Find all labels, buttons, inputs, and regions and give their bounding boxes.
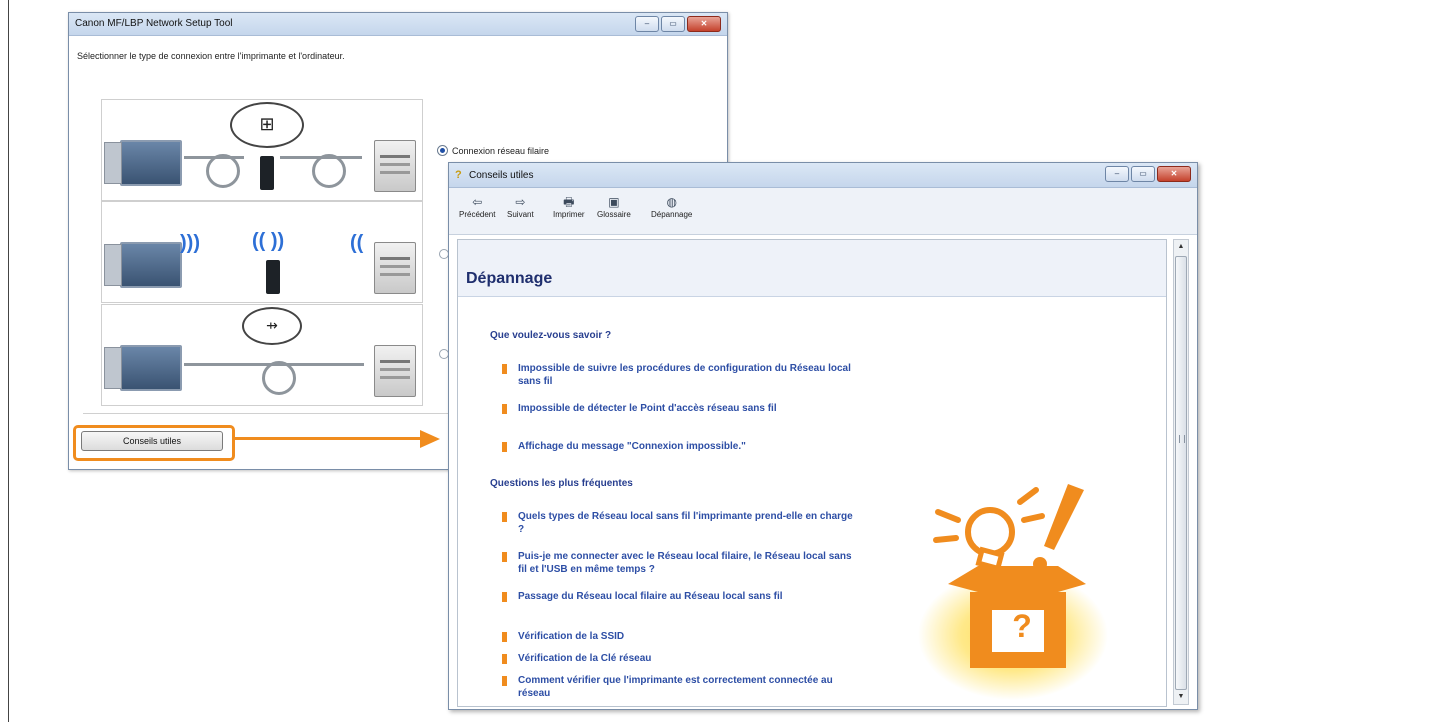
printer-icon <box>374 242 416 294</box>
help-content-pane: Dépannage Que voulez-vous savoir ? Impos… <box>457 239 1167 707</box>
toolbar-print-button[interactable]: 🖶 Imprimer <box>553 194 585 219</box>
connection-instruction: Sélectionner le type de connexion entre … <box>77 51 345 61</box>
printer-icon: 🖶 <box>563 195 575 209</box>
scroll-up-icon[interactable]: ▲ <box>1174 240 1188 254</box>
scroll-down-icon[interactable]: ▼ <box>1174 690 1188 704</box>
cable-coil-icon <box>206 154 240 188</box>
setup-window-titlebar[interactable]: Canon MF/LBP Network Setup Tool – ▭ ✕ <box>69 13 727 36</box>
link-check-network-key[interactable]: Vérification de la Clé réseau <box>502 652 858 665</box>
minimize-button[interactable]: – <box>635 16 659 32</box>
wireless-connection-panel[interactable]: ))) (( )) (( <box>101 201 423 303</box>
troubleshooting-globe-icon: ◍ <box>666 195 677 209</box>
page-title: Dépannage <box>466 270 553 287</box>
help-window-titlebar[interactable]: ? Conseils utiles – ▭ ✕ <box>449 163 1197 188</box>
scroll-thumb[interactable] <box>1175 256 1187 690</box>
printer-icon <box>374 345 416 397</box>
glossary-document-icon: ▣ <box>608 195 620 209</box>
setup-window-title: Canon MF/LBP Network Setup Tool <box>75 18 233 29</box>
link-simultaneous-connections[interactable]: Puis-je me connecter avec le Réseau loca… <box>502 550 858 576</box>
toolbar-back-label: Précédent <box>459 210 496 219</box>
maximize-button[interactable]: ▭ <box>1131 166 1155 182</box>
help-window-caption-buttons: – ▭ ✕ <box>1105 166 1191 182</box>
toolbar-glossary-button[interactable]: ▣ Glossaire <box>597 194 631 219</box>
page-left-rule <box>8 0 9 722</box>
computer-monitor-icon <box>120 242 182 288</box>
wifi-signal-icon: (( <box>350 232 364 254</box>
link-check-ssid[interactable]: Vérification de la SSID <box>502 630 858 643</box>
link-connection-impossible[interactable]: Affichage du message "Connexion impossib… <box>502 440 858 453</box>
link-wlan-procedure[interactable]: Impossible de suivre les procédures de c… <box>502 362 858 388</box>
help-toolbar: ⇦ Précédent ⇨ Suivant 🖶 Imprimer ▣ Gloss… <box>449 188 1197 235</box>
printer-icon <box>374 140 416 192</box>
wired-connection-panel[interactable]: ⊞ <box>101 99 423 201</box>
scroll-grip-icon <box>1179 435 1185 443</box>
useful-tips-button[interactable]: Conseils utiles <box>81 431 223 451</box>
computer-monitor-icon <box>120 345 182 391</box>
computer-monitor-icon <box>120 140 182 186</box>
radio-selected-icon[interactable] <box>437 145 448 156</box>
toolbar-back-button[interactable]: ⇦ Précédent <box>459 194 495 219</box>
help-question-icon: ? <box>455 169 462 181</box>
back-arrow-icon: ⇦ <box>472 195 483 209</box>
computer-tower-icon <box>104 244 122 286</box>
cable-coil-icon <box>262 361 296 395</box>
section-what-to-know: Que voulez-vous savoir ? <box>490 330 612 341</box>
radio-wired-connection[interactable]: Connexion réseau filaire <box>437 145 549 156</box>
help-window-title: Conseils utiles <box>469 170 534 181</box>
toolbar-print-label: Imprimer <box>553 210 585 219</box>
heading-band <box>458 240 1166 297</box>
question-mark-label: ? <box>1012 608 1032 644</box>
toolbar-forward-button[interactable]: ⇨ Suivant <box>507 194 534 219</box>
wifi-signal-icon: (( )) <box>252 230 285 252</box>
minimize-button[interactable]: – <box>1105 166 1129 182</box>
callout-arrow-line <box>232 437 422 440</box>
idea-box-icon <box>933 484 1086 668</box>
help-scrollbar[interactable]: ▲ ▼ <box>1173 239 1189 705</box>
wifi-signal-icon: ))) <box>180 232 200 254</box>
link-wlan-types[interactable]: Quels types de Réseau local sans fil l'i… <box>502 510 858 536</box>
close-button[interactable]: ✕ <box>687 16 721 32</box>
access-point-icon <box>266 260 280 294</box>
link-access-point-not-found[interactable]: Impossible de détecter le Point d'accès … <box>502 402 858 415</box>
usb-bubble-icon: ⇸ <box>242 307 302 345</box>
cable-coil-icon <box>312 154 346 188</box>
hub-icon <box>260 156 274 190</box>
callout-arrow-head <box>420 430 440 448</box>
section-faq: Questions les plus fréquentes <box>490 478 633 489</box>
radio-wired-label: Connexion réseau filaire <box>452 145 550 156</box>
toolbar-troubleshooting-button[interactable]: ◍ Dépannage <box>651 194 692 219</box>
help-window: ? Conseils utiles – ▭ ✕ ⇦ Précédent ⇨ Su… <box>448 162 1198 710</box>
toolbar-forward-label: Suivant <box>507 210 534 219</box>
setup-window-caption-buttons: – ▭ ✕ <box>635 16 721 32</box>
link-check-printer-connected[interactable]: Comment vérifier que l'imprimante est co… <box>502 674 858 700</box>
network-bubble-icon: ⊞ <box>230 102 304 148</box>
link-wired-to-wireless[interactable]: Passage du Réseau local filaire au Résea… <box>502 590 858 603</box>
forward-arrow-icon: ⇨ <box>515 195 526 209</box>
toolbar-troubleshooting-label: Dépannage <box>651 210 693 219</box>
computer-tower-icon <box>104 347 122 389</box>
troubleshooting-illustration: ? <box>908 480 1128 700</box>
close-button[interactable]: ✕ <box>1157 166 1191 182</box>
toolbar-glossary-label: Glossaire <box>597 210 631 219</box>
maximize-button[interactable]: ▭ <box>661 16 685 32</box>
usb-connection-panel[interactable]: ⇸ <box>101 304 423 406</box>
computer-tower-icon <box>104 142 122 184</box>
